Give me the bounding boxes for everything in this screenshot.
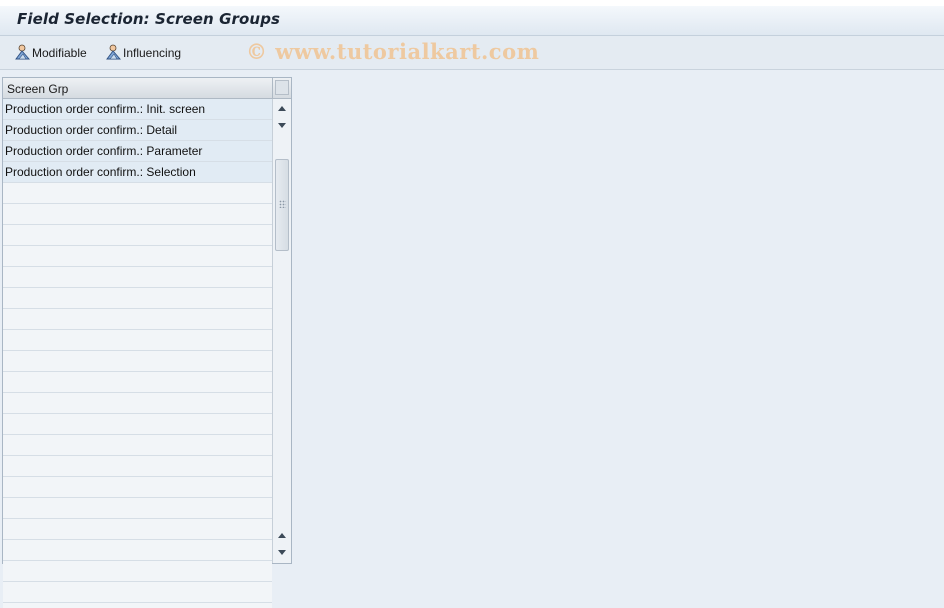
empty-table-row[interactable] xyxy=(3,498,272,519)
table-row[interactable]: Production order confirm.: Detail xyxy=(3,120,272,141)
page-title: Field Selection: Screen Groups xyxy=(17,10,281,28)
application-toolbar: Modifiable Influencing © www.tutorialkar… xyxy=(0,36,944,70)
modifiable-label: Modifiable xyxy=(32,46,87,60)
column-header-label: Screen Grp xyxy=(7,82,69,96)
vertical-scrollbar[interactable] xyxy=(272,99,291,563)
table-body: Production order confirm.: Init. screen … xyxy=(3,99,272,608)
column-header-screen-grp[interactable]: Screen Grp xyxy=(3,78,272,99)
table-cell: Production order confirm.: Parameter xyxy=(5,144,203,158)
user-mountain-icon xyxy=(105,44,123,63)
empty-table-row[interactable] xyxy=(3,477,272,498)
empty-table-row[interactable] xyxy=(3,246,272,267)
user-mountain-icon xyxy=(14,44,32,63)
empty-table-row[interactable] xyxy=(3,351,272,372)
empty-table-row[interactable] xyxy=(3,603,272,608)
empty-table-row[interactable] xyxy=(3,540,272,561)
empty-table-row[interactable] xyxy=(3,183,272,204)
influencing-button[interactable]: Influencing xyxy=(105,43,181,63)
grip-icon xyxy=(279,200,286,208)
table-settings-corner[interactable] xyxy=(272,78,291,99)
screen-group-table: Screen Grp Production order confirm.: In… xyxy=(2,77,292,608)
empty-table-row[interactable] xyxy=(3,456,272,477)
empty-table-row[interactable] xyxy=(3,330,272,351)
influencing-label: Influencing xyxy=(123,46,182,60)
empty-table-row[interactable] xyxy=(3,393,272,414)
empty-table-row[interactable] xyxy=(3,204,272,225)
table-cell: Production order confirm.: Selection xyxy=(5,165,196,179)
empty-table-row[interactable] xyxy=(3,435,272,456)
settings-square-icon xyxy=(275,80,289,95)
empty-table-row[interactable] xyxy=(3,519,272,540)
empty-table-row[interactable] xyxy=(3,582,272,603)
empty-table-row[interactable] xyxy=(3,288,272,309)
table-cell: Production order confirm.: Init. screen xyxy=(5,102,206,116)
empty-table-row[interactable] xyxy=(3,372,272,393)
title-bar: Field Selection: Screen Groups xyxy=(0,0,944,36)
modifiable-button[interactable]: Modifiable xyxy=(14,43,87,63)
table-cell: Production order confirm.: Detail xyxy=(5,123,178,137)
empty-table-row[interactable] xyxy=(3,309,272,330)
scrollbar-thumb[interactable] xyxy=(275,159,289,251)
empty-table-row[interactable] xyxy=(3,267,272,288)
scroll-down-icon[interactable] xyxy=(278,123,286,128)
empty-table-row[interactable] xyxy=(3,414,272,435)
scroll-up-icon[interactable] xyxy=(278,106,286,111)
scroll-page-down-icon[interactable] xyxy=(278,550,286,555)
table-row[interactable]: Production order confirm.: Parameter xyxy=(3,141,272,162)
table-row[interactable]: Production order confirm.: Init. screen xyxy=(3,99,272,120)
empty-table-row[interactable] xyxy=(3,225,272,246)
table-row[interactable]: Production order confirm.: Selection xyxy=(3,162,272,183)
scroll-page-up-icon[interactable] xyxy=(278,533,286,538)
watermark: © www.tutorialkart.com xyxy=(246,39,540,64)
empty-table-row[interactable] xyxy=(3,561,272,582)
